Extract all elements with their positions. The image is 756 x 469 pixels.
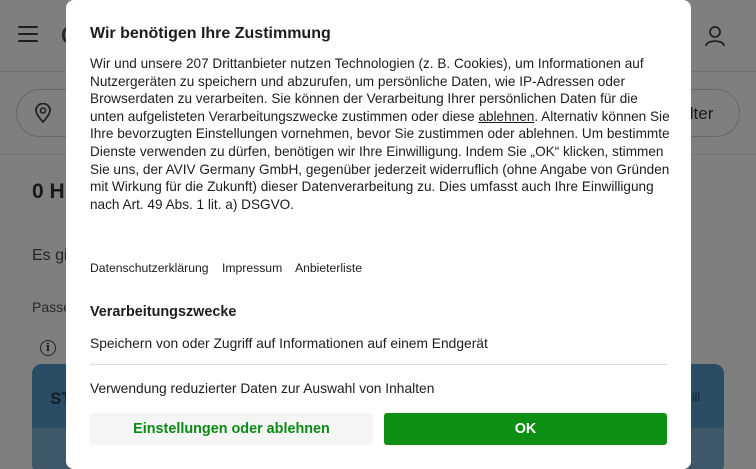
reject-link[interactable]: ablehnen (478, 109, 534, 124)
imprint-link[interactable]: Impressum (222, 261, 282, 275)
consent-dialog: Wir benötigen Ihre Zustimmung Wir und un… (66, 0, 691, 469)
ok-button[interactable]: OK (384, 413, 667, 445)
consent-description: Wir und unsere 207 Drittanbieter nutzen … (90, 55, 670, 213)
purpose-item[interactable]: Speichern von oder Zugriff auf Informati… (90, 336, 667, 365)
purposes-heading: Verarbeitungszwecke (90, 304, 237, 320)
settings-or-reject-button[interactable]: Einstellungen oder ablehnen (90, 413, 373, 445)
consent-dialog-content[interactable]: Wir benötigen Ihre Zustimmung Wir und un… (66, 0, 691, 404)
purpose-item[interactable]: Verwendung reduzierter Daten zur Auswahl… (90, 381, 667, 396)
privacy-policy-link[interactable]: Datenschutzerklärung (90, 261, 209, 275)
dialog-title: Wir benötigen Ihre Zustimmung (90, 25, 331, 42)
consent-text-part2: . Alternativ können Sie Ihre bevorzugten… (90, 108, 670, 212)
legal-links: Datenschutzerklärung Impressum Anbieterl… (90, 261, 372, 275)
dialog-footer: Einstellungen oder ablehnen OK (66, 404, 691, 469)
vendor-list-link[interactable]: Anbieterliste (295, 261, 362, 275)
